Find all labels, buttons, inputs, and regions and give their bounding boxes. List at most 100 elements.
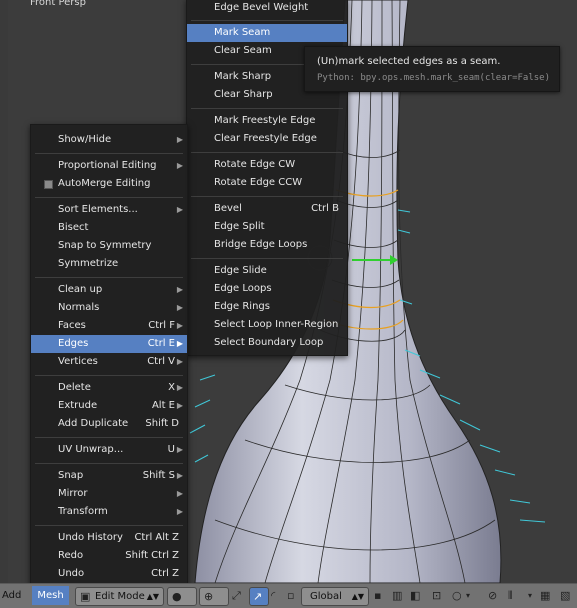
menu-item-shortcut: U bbox=[167, 444, 175, 455]
menu-item-normals[interactable]: Normals ▶ bbox=[31, 299, 187, 317]
menu-item-label: Undo bbox=[58, 568, 85, 579]
menu-item-label: Bridge Edge Loops bbox=[214, 239, 308, 250]
manipulator-toggle-icon[interactable]: ⤢ bbox=[232, 587, 241, 604]
pivot-point-selector[interactable]: ⊕ bbox=[199, 587, 229, 606]
menu-item-edge-loops[interactable]: Edge Loops bbox=[187, 280, 347, 298]
chevron-down-icon[interactable]: ▾ bbox=[466, 587, 470, 604]
menu-item-select-loop-inner-region[interactable]: Select Loop Inner-Region bbox=[187, 316, 347, 334]
menu-item-transform[interactable]: Transform ▶ bbox=[31, 503, 187, 521]
shading-selector[interactable]: ● bbox=[167, 587, 197, 606]
menu-item-extrude[interactable]: Extrude Alt E ▶ bbox=[31, 397, 187, 415]
menu-item-sort-elements[interactable]: Sort Elements... ▶ bbox=[31, 201, 187, 219]
menu-separator bbox=[35, 463, 183, 464]
menu-item-shortcut: Ctrl Z bbox=[151, 568, 179, 579]
menu-item-mirror[interactable]: Mirror ▶ bbox=[31, 485, 187, 503]
scale-manipulator-icon[interactable]: ▫ bbox=[287, 587, 294, 604]
arrow-icon: ↗ bbox=[253, 590, 263, 603]
vertex-select-icon[interactable]: ▪ bbox=[374, 587, 381, 604]
menu-item-bevel[interactable]: Bevel Ctrl B bbox=[187, 200, 347, 218]
chevron-down-icon[interactable]: ▾ bbox=[528, 587, 532, 604]
translate-manipulator-button[interactable]: ↗ bbox=[249, 587, 269, 606]
menu-item-edge-slide[interactable]: Edge Slide bbox=[187, 262, 347, 280]
menu-item-shortcut: X bbox=[168, 382, 175, 393]
menu-item-bisect[interactable]: Bisect bbox=[31, 219, 187, 237]
menu-item-edges[interactable]: Edges Ctrl E ▶ bbox=[31, 335, 187, 353]
menu-item-label: Bevel bbox=[214, 203, 242, 214]
rotate-manipulator-icon[interactable]: ◜ bbox=[271, 587, 275, 604]
menu-item-bridge-edge-loops[interactable]: Bridge Edge Loops bbox=[187, 236, 347, 254]
render-icon[interactable]: ▦ bbox=[540, 587, 550, 604]
menu-item-mark-seam[interactable]: Mark Seam bbox=[187, 24, 347, 42]
menu-item-delete[interactable]: Delete X ▶ bbox=[31, 379, 187, 397]
menu-item-add-duplicate[interactable]: Add Duplicate Shift D bbox=[31, 415, 187, 433]
menu-item-vertices[interactable]: Vertices Ctrl V ▶ bbox=[31, 353, 187, 371]
menu-item-label: Edges bbox=[58, 338, 89, 349]
menu-item-label: Edge Bevel Weight bbox=[214, 2, 309, 13]
menu-item-show-hide[interactable]: Show/Hide ▶ bbox=[31, 131, 187, 149]
menu-item-label: Show/Hide bbox=[58, 134, 112, 145]
menu-item-undo-history[interactable]: Undo History Ctrl Alt Z bbox=[31, 529, 187, 547]
menu-item-label: Edge Slide bbox=[214, 265, 267, 276]
mesh-menu: Show/Hide ▶ Proportional Editing ▶ AutoMerge… bbox=[30, 124, 188, 585]
menu-item-mark-freestyle-edge[interactable]: Mark Freestyle Edge bbox=[187, 112, 347, 130]
mode-selector[interactable]: ▣ Edit Mode ▲▼ bbox=[75, 587, 164, 606]
menu-item-edge-split[interactable]: Edge Split bbox=[187, 218, 347, 236]
orientation-label: Global bbox=[310, 591, 342, 602]
toolbar-edge bbox=[0, 0, 8, 583]
menu-item-label: Bisect bbox=[58, 222, 89, 233]
menu-item-label: Normals bbox=[58, 302, 100, 313]
menu-separator bbox=[191, 20, 343, 21]
menu-item-label: Mirror bbox=[58, 488, 88, 499]
render-animation-icon[interactable]: ▧ bbox=[560, 587, 570, 604]
menu-item-label: Faces bbox=[58, 320, 86, 331]
menu-item-redo[interactable]: Redo Shift Ctrl Z bbox=[31, 547, 187, 565]
menu-item-undo[interactable]: Undo Ctrl Z bbox=[31, 565, 187, 583]
menu-item-label: Clear Seam bbox=[214, 45, 272, 56]
face-select-icon[interactable]: ◧ bbox=[410, 587, 420, 604]
menu-separator bbox=[35, 153, 183, 154]
menu-item-label: Snap to Symmetry bbox=[58, 240, 152, 251]
menu-item-symmetrize[interactable]: Symmetrize bbox=[31, 255, 187, 273]
menu-item-proportional-editing[interactable]: Proportional Editing ▶ bbox=[31, 157, 187, 175]
menu-item-label: Vertices bbox=[58, 356, 98, 367]
menu-item-rotate-edge-ccw[interactable]: Rotate Edge CCW bbox=[187, 174, 347, 192]
chevron-right-icon: ▶ bbox=[176, 303, 183, 312]
chevron-right-icon: ▶ bbox=[176, 285, 183, 294]
menu-item-label: Clear Freestyle Edge bbox=[214, 133, 317, 144]
menu-item-select-boundary-loop[interactable]: Select Boundary Loop bbox=[187, 334, 347, 352]
menu-separator bbox=[191, 196, 343, 197]
menu-item-faces[interactable]: Faces Ctrl F ▶ bbox=[31, 317, 187, 335]
menu-item-clear-freestyle-edge[interactable]: Clear Freestyle Edge bbox=[187, 130, 347, 148]
chevron-down-icon: ▲▼ bbox=[351, 592, 364, 601]
snap-icon[interactable]: ⊘ bbox=[488, 587, 497, 604]
menu-item-uv-unwrap[interactable]: UV Unwrap... U ▶ bbox=[31, 441, 187, 459]
add-menu-button[interactable]: Add bbox=[2, 587, 21, 604]
chevron-right-icon: ▶ bbox=[176, 339, 183, 348]
limit-selection-icon[interactable]: ⊡ bbox=[432, 587, 441, 604]
proportional-edit-icon[interactable]: ○ bbox=[452, 587, 462, 604]
menu-separator bbox=[191, 108, 343, 109]
mesh-menu-button[interactable]: Mesh bbox=[32, 586, 69, 605]
menu-item-snap-to-symmetry[interactable]: Snap to Symmetry bbox=[31, 237, 187, 255]
chevron-right-icon: ▶ bbox=[176, 161, 183, 170]
menu-item-rotate-edge-cw[interactable]: Rotate Edge CW bbox=[187, 156, 347, 174]
menu-item-label: Snap bbox=[58, 470, 84, 481]
chevron-right-icon: ▶ bbox=[176, 321, 183, 330]
transform-orientation-selector[interactable]: Global ▲▼ bbox=[301, 587, 369, 606]
menu-item-label: Sort Elements... bbox=[58, 204, 138, 215]
edge-select-icon[interactable]: ▥ bbox=[392, 587, 402, 604]
menu-item-edge-rings[interactable]: Edge Rings bbox=[187, 298, 347, 316]
checkbox-icon bbox=[44, 180, 53, 189]
menu-item-edge-bevel-weight[interactable]: Edge Bevel Weight bbox=[187, 0, 347, 17]
pivot-icon: ⊕ bbox=[204, 590, 214, 603]
menu-item-label: Proportional Editing bbox=[58, 160, 157, 171]
menu-item-automerge-editing[interactable]: AutoMerge Editing bbox=[31, 175, 187, 193]
menu-item-shortcut: Shift S bbox=[142, 470, 175, 481]
snap-element-icon[interactable]: ⫴ bbox=[508, 587, 513, 604]
menu-item-label: Select Loop Inner-Region bbox=[214, 319, 339, 330]
chevron-right-icon: ▶ bbox=[176, 357, 183, 366]
menu-item-clean-up[interactable]: Clean up ▶ bbox=[31, 281, 187, 299]
menu-item-snap[interactable]: Snap Shift S ▶ bbox=[31, 467, 187, 485]
menu-item-label: AutoMerge Editing bbox=[58, 178, 151, 189]
tooltip: (Un)mark selected edges as a seam. Pytho… bbox=[304, 46, 560, 92]
